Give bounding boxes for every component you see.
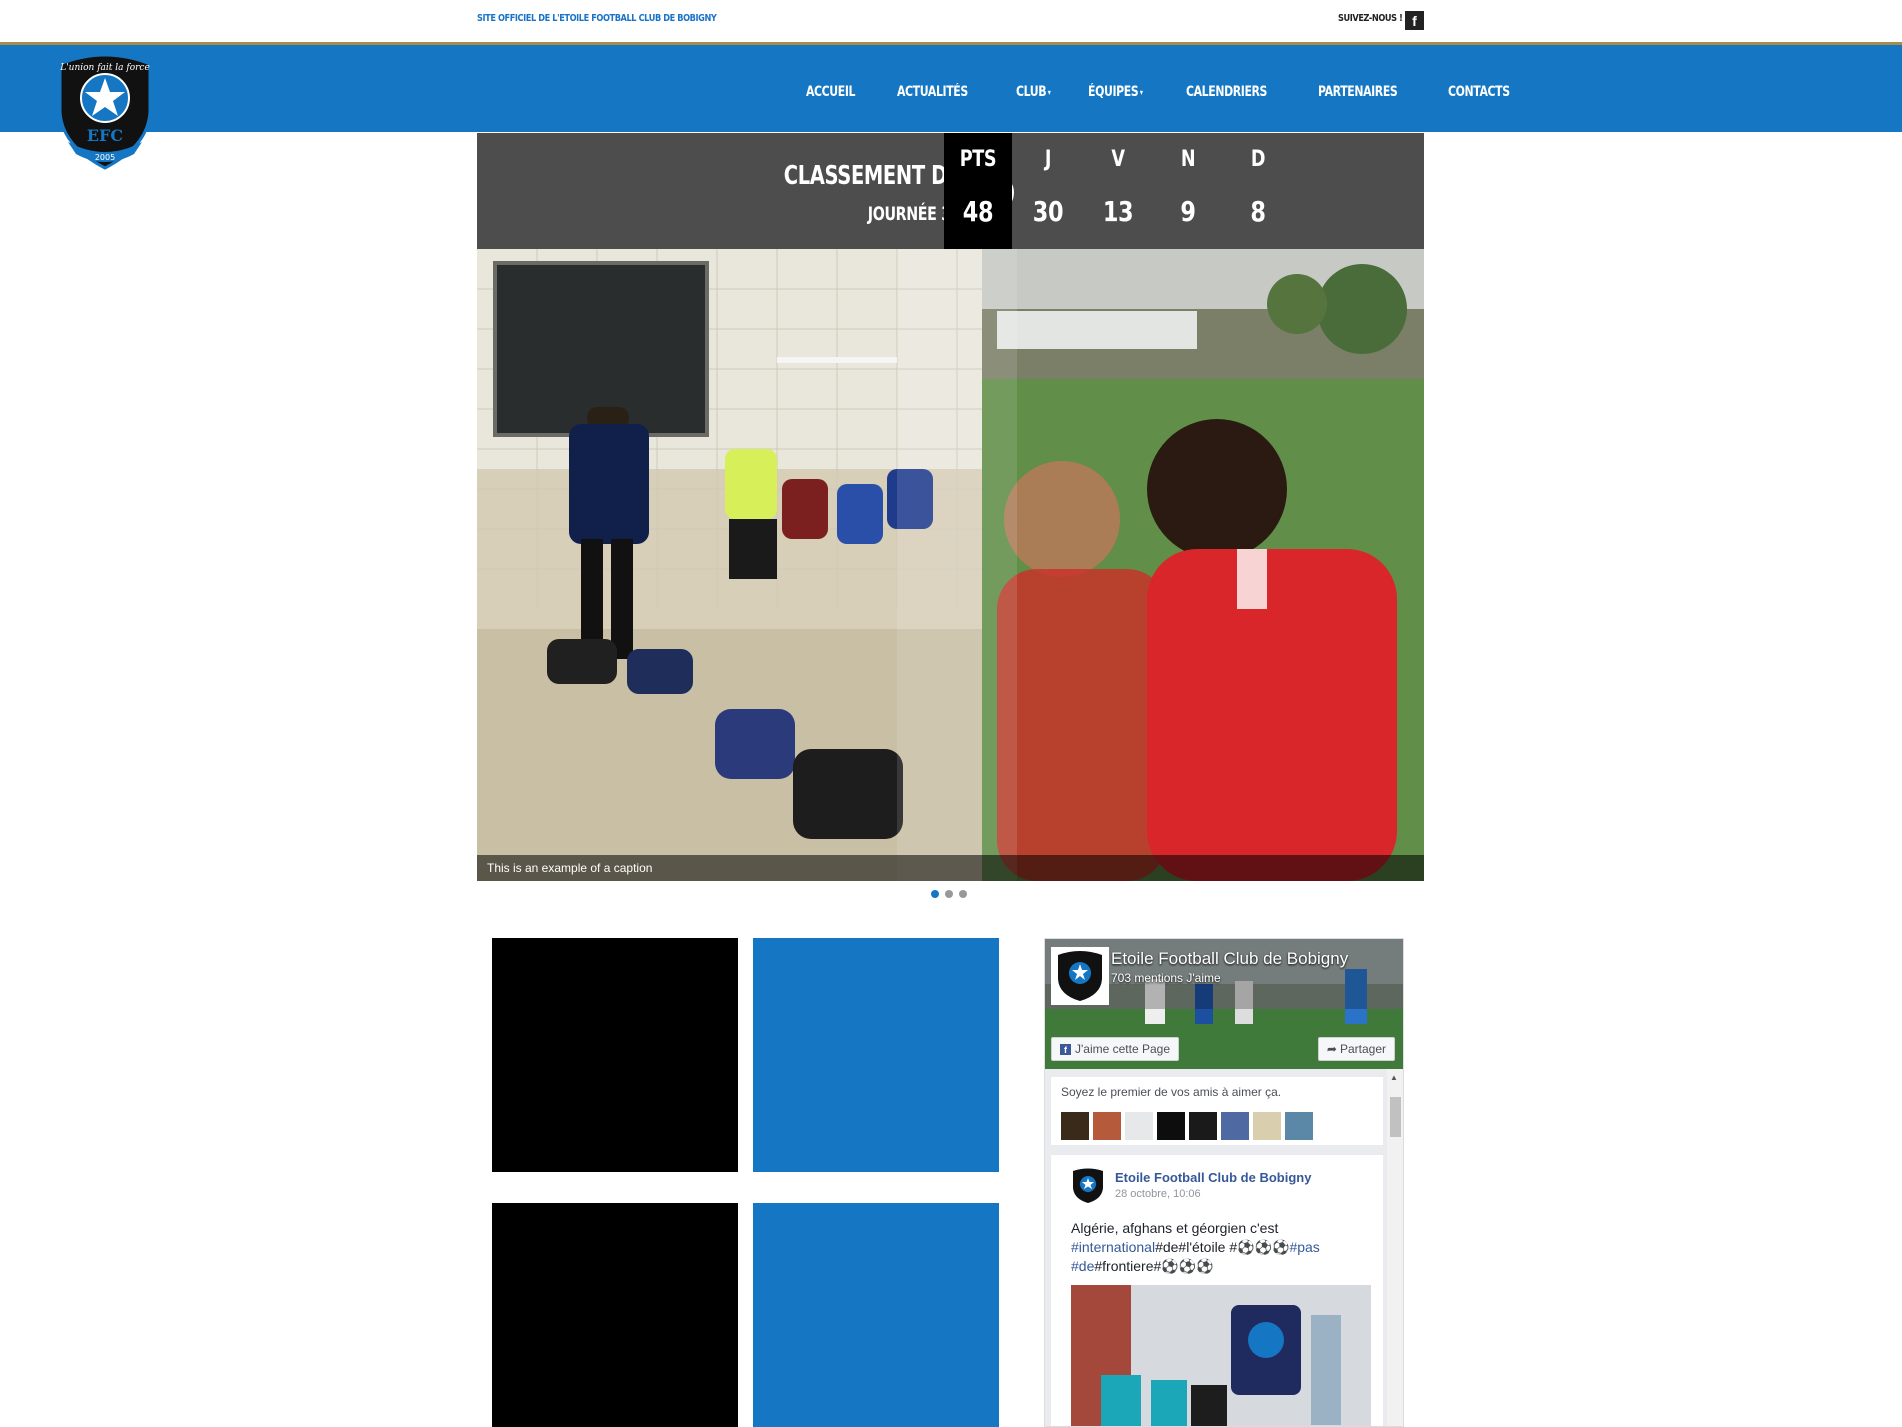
friend-avatar[interactable] (1093, 1112, 1121, 1140)
facebook-icon[interactable]: f (1405, 11, 1424, 30)
content-tile[interactable] (492, 1203, 738, 1427)
nav-item-1[interactable]: ACTUALITÉS (897, 84, 968, 104)
slider-dot[interactable] (959, 890, 967, 898)
fb-friends-box: Soyez le premier de vos amis à aimer ça. (1051, 1077, 1383, 1145)
hashtag-link[interactable]: #international (1071, 1239, 1155, 1255)
fb-scroll-thumb[interactable] (1390, 1097, 1401, 1137)
nav-item-label: ACCUEIL (806, 84, 856, 100)
content-tile[interactable] (753, 1203, 999, 1427)
standings-column-header: PTS (959, 147, 997, 172)
fb-post-date[interactable]: 28 octobre, 10:06 (1115, 1188, 1201, 1200)
friend-avatar[interactable] (1189, 1112, 1217, 1140)
content-tile[interactable] (753, 938, 999, 1172)
friend-avatar[interactable] (1285, 1112, 1313, 1140)
standings-column: V 13 (1084, 133, 1152, 249)
standings-column: PTS 48 (944, 133, 1012, 249)
logo-initials: EFC (87, 126, 123, 145)
main-menu: ACCUEIL ACTUALITÉS CLUB ▾ ÉQUIPES ▾ CALENDRIER… (806, 84, 1555, 104)
club-crest-icon (1069, 1167, 1107, 1205)
standings-column-value: 13 (1102, 195, 1134, 228)
standings-column-header: J (1044, 147, 1052, 172)
nav-item-0[interactable]: ACCUEIL (806, 84, 855, 104)
post-text-segment: Algérie, afghans et géorgien c'est (1071, 1220, 1279, 1236)
fb-post: Etoile Football Club de Bobigny 28 octob… (1051, 1155, 1383, 1426)
slider-dot[interactable] (945, 890, 953, 898)
nav-item-label: CONTACTS (1447, 84, 1510, 100)
fb-page-likes: 703 mentions J'aime (1111, 971, 1221, 985)
friend-avatar[interactable] (1221, 1112, 1249, 1140)
standings-column: D8 (1224, 133, 1292, 249)
post-text-segment: #frontiere#⚽⚽⚽ (1094, 1258, 1214, 1274)
site-tagline: SITE OFFICIEL DE L'ETOILE FOOTBALL CLUB … (477, 13, 717, 24)
slide-caption-bar: This is an example of a caption (477, 855, 1424, 881)
nav-item-3[interactable]: ÉQUIPES ▾ (1088, 84, 1143, 104)
standings-column: N9 (1154, 133, 1222, 249)
fb-page-avatar[interactable] (1051, 947, 1109, 1005)
nav-item-5[interactable]: PARTENAIRES (1317, 84, 1398, 104)
fb-post-author[interactable]: Etoile Football Club de Bobigny (1115, 1170, 1311, 1185)
scroll-up-icon[interactable]: ▲ (1390, 1073, 1398, 1082)
photo-slider[interactable]: This is an example of a caption (477, 249, 1424, 881)
standings-column-value: 48 (962, 195, 994, 228)
fb-share-button[interactable]: ➦ Partager (1317, 1037, 1395, 1061)
standings-column-value: 30 (1032, 195, 1064, 228)
fb-friends-text: Soyez le premier de vos amis à aimer ça. (1061, 1085, 1282, 1099)
standings-column-header: N (1180, 147, 1196, 172)
friend-avatar[interactable] (1253, 1112, 1281, 1140)
fb-post-image[interactable] (1071, 1285, 1371, 1426)
friend-avatar[interactable] (1125, 1112, 1153, 1140)
nav-item-4[interactable]: CALENDRIERS (1186, 84, 1267, 104)
chevron-down-icon: ▾ (1139, 87, 1143, 97)
logo-motto: L'union fait la force (59, 63, 150, 73)
standings-column-header: V (1111, 147, 1125, 172)
fb-scrollbar[interactable]: ▲ (1387, 1069, 1403, 1426)
nav-item-label: CLUB (1015, 84, 1047, 100)
nav-item-2[interactable]: CLUB ▾ (1016, 84, 1051, 104)
slide-image (477, 249, 1424, 881)
fb-share-label: Partager (1339, 1042, 1386, 1056)
fb-page-name[interactable]: Etoile Football Club de Bobigny (1111, 949, 1348, 969)
post-text-segment: #de#l'étoile #⚽⚽⚽ (1155, 1239, 1290, 1255)
nav-item-label: PARTENAIRES (1317, 84, 1398, 100)
fb-post-text: Algérie, afghans et géorgien c'est #inte… (1071, 1219, 1371, 1276)
standings-column: J 30 (1014, 133, 1082, 249)
friend-avatar[interactable] (1061, 1112, 1089, 1140)
standings-column-value: 8 (1250, 195, 1266, 228)
club-crest-icon (1053, 949, 1107, 1003)
fb-like-label: J'aime cette Page (1075, 1042, 1171, 1056)
follow-us-label: SUIVEZ-NOUS ! (1338, 13, 1403, 24)
club-logo[interactable]: L'union fait la force EFC 2005 (54, 50, 156, 172)
fb-like-page-button[interactable]: f J'aime cette Page (1051, 1037, 1180, 1061)
slide-caption: This is an example of a caption (487, 861, 653, 875)
standings-title: CLASSEMENT D1 (783, 161, 961, 191)
nav-item-6[interactable]: CONTACTS (1448, 84, 1510, 104)
club-crest-icon: L'union fait la force EFC 2005 (58, 53, 152, 170)
friend-avatar[interactable] (1157, 1112, 1185, 1140)
fb-post-avatar[interactable] (1069, 1167, 1107, 1205)
facebook-icon: f (1060, 1044, 1071, 1055)
facebook-page-widget: Etoile Football Club de Bobigny 703 ment… (1044, 938, 1404, 1427)
nav-item-label: ÉQUIPES (1087, 84, 1139, 100)
fb-cover[interactable]: Etoile Football Club de Bobigny 703 ment… (1045, 939, 1403, 1069)
slider-pagination (931, 890, 967, 898)
share-icon: ➦ (1326, 1042, 1337, 1056)
hashtag-link[interactable]: #pas (1289, 1239, 1319, 1255)
post-photo (1071, 1285, 1371, 1426)
hashtag-link[interactable]: #de (1071, 1258, 1094, 1274)
top-bar: SITE OFFICIEL DE L'ETOILE FOOTBALL CLUB … (0, 0, 1902, 42)
standings-column-value: 9 (1180, 195, 1196, 228)
slider-dot[interactable] (931, 890, 939, 898)
standings-banner: CLASSEMENT D1 JOURNÉE 30 6 PTS48J30V13N9… (477, 133, 1424, 249)
content-tile[interactable] (492, 938, 738, 1172)
nav-item-label: CALENDRIERS (1185, 84, 1267, 100)
standings-column-header: D (1250, 147, 1266, 172)
logo-year: 2005 (95, 153, 115, 162)
chevron-down-icon: ▾ (1047, 87, 1051, 97)
nav-item-label: ACTUALITÉS (896, 84, 968, 100)
